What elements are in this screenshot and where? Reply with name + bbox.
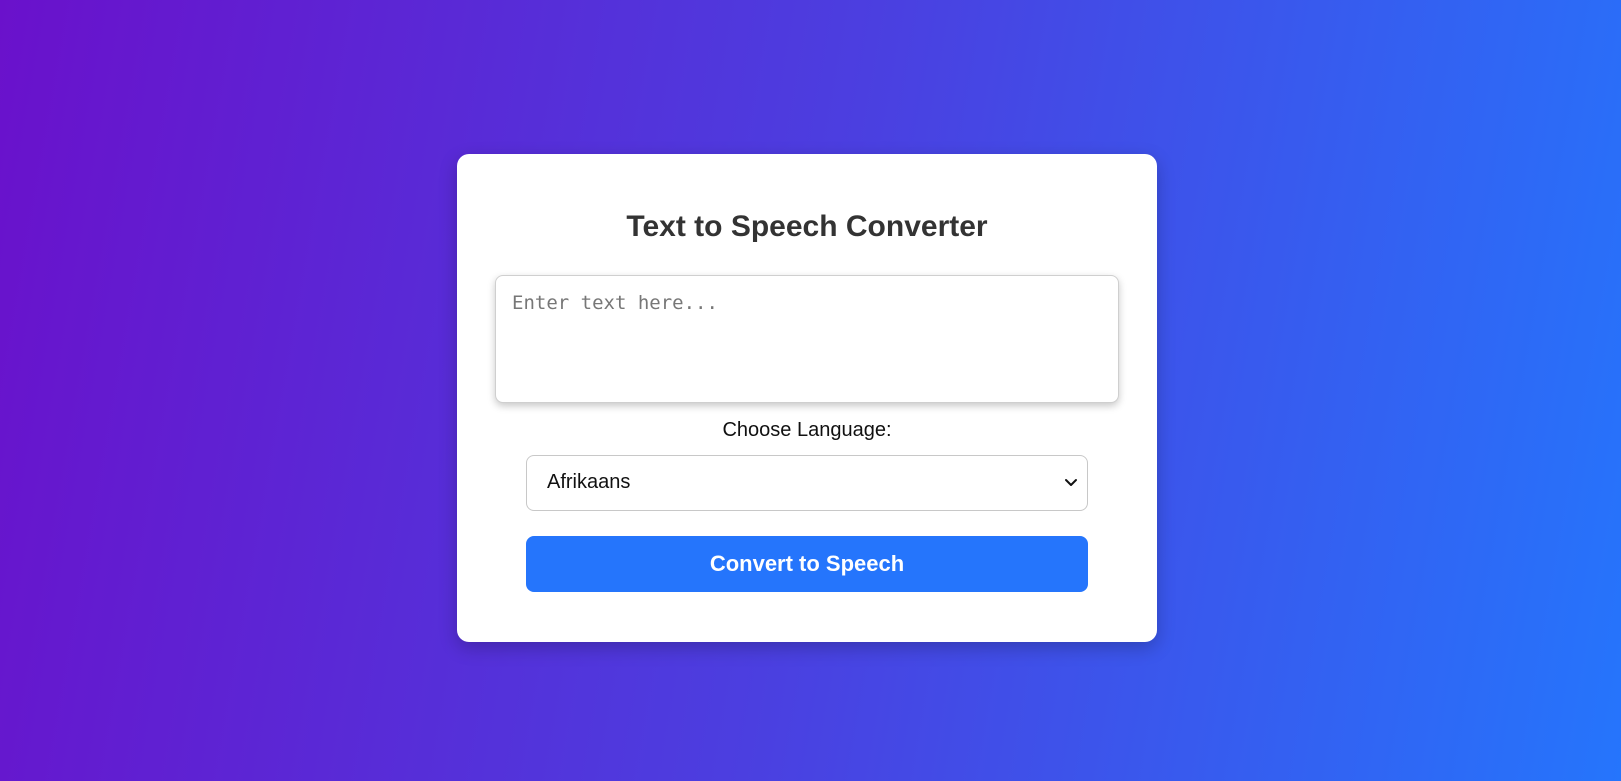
language-select[interactable]: Afrikaans <box>526 455 1088 511</box>
text-input[interactable] <box>495 275 1119 403</box>
page-title: Text to Speech Converter <box>626 210 988 243</box>
converter-card: Text to Speech Converter Choose Language… <box>457 154 1157 642</box>
language-selected-value: Afrikaans <box>547 471 631 493</box>
language-label: Choose Language: <box>722 419 892 441</box>
convert-to-speech-button[interactable]: Convert to Speech <box>526 536 1088 592</box>
chevron-down-icon <box>1063 474 1079 490</box>
